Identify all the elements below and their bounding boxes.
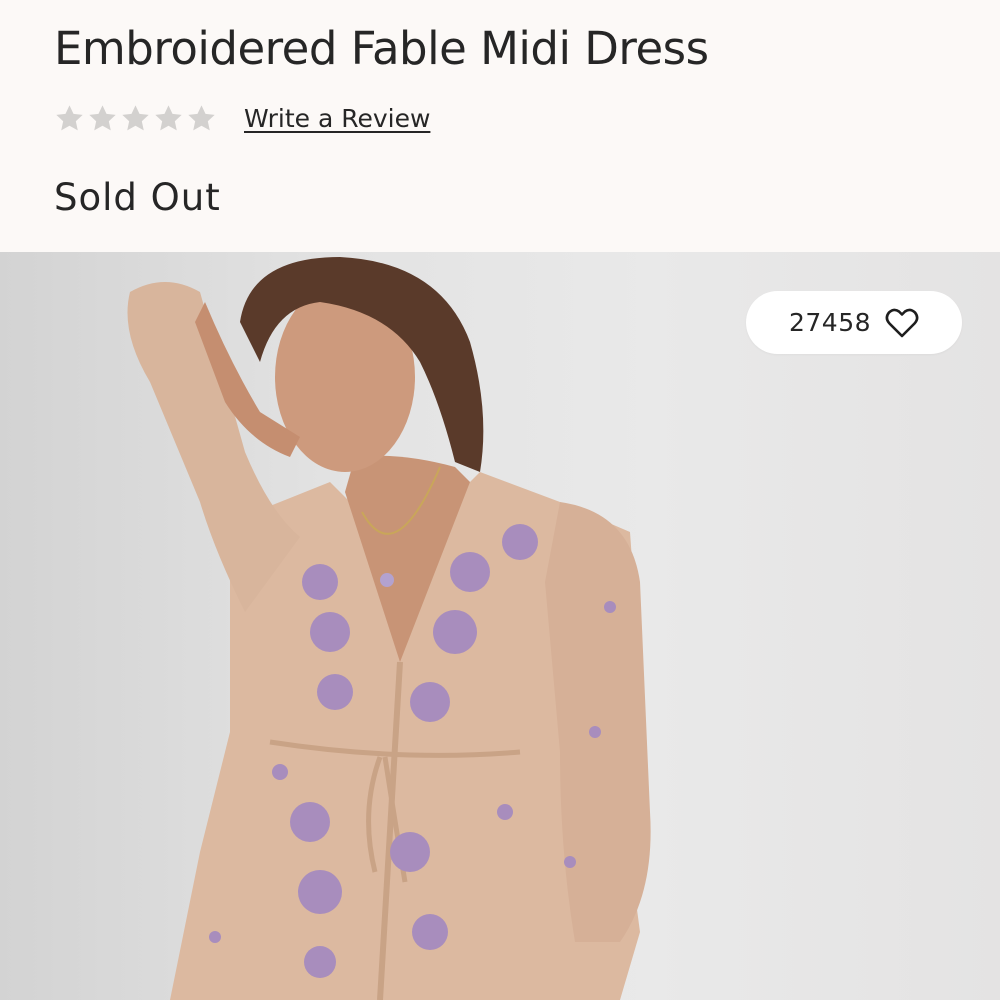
favorite-count: 27458 [788,308,872,337]
product-photo[interactable] [0,252,1000,1000]
star-icon [87,103,118,134]
star-icon [54,103,85,134]
star-rating[interactable] [54,103,217,134]
rating-row: Write a Review [54,96,430,140]
product-header: Embroidered Fable Midi Dress Write a Rev… [0,0,1000,252]
star-icon [186,103,217,134]
star-icon [120,103,151,134]
model-illustration [127,257,651,1000]
product-title: Embroidered Fable Midi Dress [54,22,709,75]
heart-outline-icon [885,308,919,338]
stock-status: Sold Out [54,176,221,219]
favorite-button[interactable]: 27458 [746,291,962,354]
star-icon [153,103,184,134]
write-review-link[interactable]: Write a Review [244,104,430,133]
